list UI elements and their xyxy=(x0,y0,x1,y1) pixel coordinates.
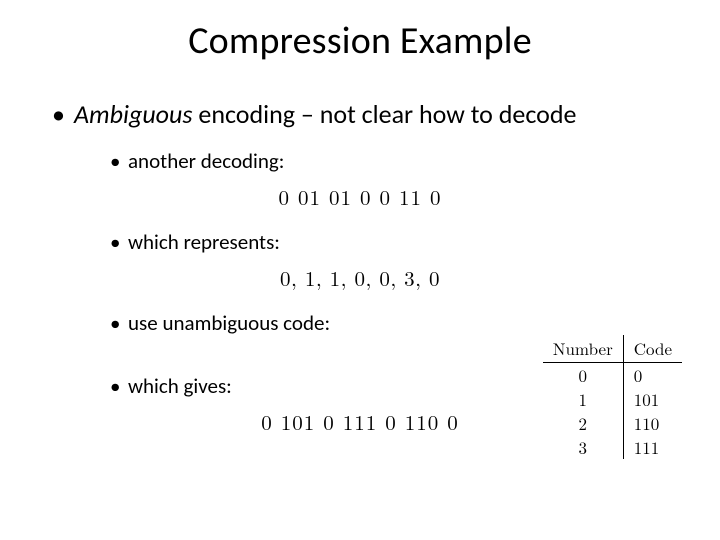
cell-code: 111 xyxy=(623,435,682,459)
header-number: Number xyxy=(543,335,624,363)
header-code: Code xyxy=(623,335,682,363)
table-row: 3 111 xyxy=(543,435,682,459)
math-decoding: 0 01 01 0 0 11 0 xyxy=(40,182,680,212)
sub-bullet-label: use unambiguous code: xyxy=(128,310,330,336)
sub-bullet-label: which gives: xyxy=(128,373,232,399)
cell-number: 0 xyxy=(543,363,624,388)
table-header-row: Number Code xyxy=(543,335,682,363)
bullet-ambiguous-encoding: Ambiguous encoding – not clear how to de… xyxy=(52,98,680,131)
sub-bullet-unambiguous: use unambiguous code: xyxy=(110,311,680,336)
code-table: Number Code 0 0 1 101 2 110 3 111 xyxy=(543,335,682,459)
sub-bullet-another-decoding: another decoding: xyxy=(110,149,680,174)
sub-bullet-represents: which represents: xyxy=(110,230,680,255)
cell-code: 110 xyxy=(623,411,682,435)
sub-bullet-label: another decoding: xyxy=(128,148,284,174)
math-represents: 0, 1, 1, 0, 0, 3, 0 xyxy=(40,263,680,293)
table-row: 1 101 xyxy=(543,387,682,411)
table-row: 0 0 xyxy=(543,363,682,388)
page-title: Compression Example xyxy=(40,18,680,64)
table-row: 2 110 xyxy=(543,411,682,435)
cell-number: 3 xyxy=(543,435,624,459)
slide: Compression Example Ambiguous encoding –… xyxy=(0,0,720,540)
cell-code: 0 xyxy=(623,363,682,388)
cell-number: 2 xyxy=(543,411,624,435)
bullet-text: encoding – not clear how to decode xyxy=(193,98,577,130)
bullet-emph: Ambiguous xyxy=(74,98,193,130)
sub-bullet-label: which represents: xyxy=(128,229,280,255)
cell-code: 101 xyxy=(623,387,682,411)
cell-number: 1 xyxy=(543,387,624,411)
